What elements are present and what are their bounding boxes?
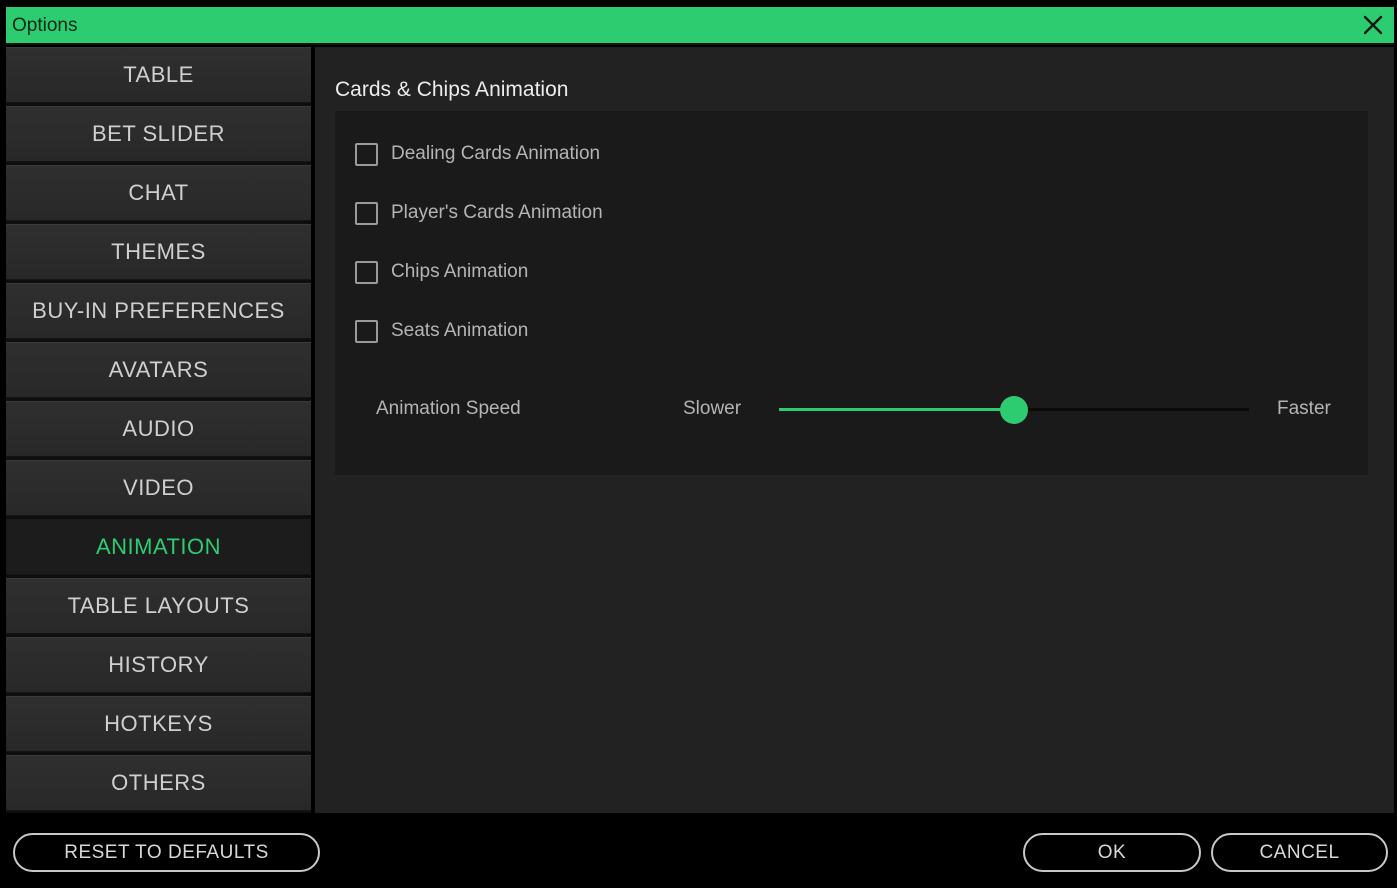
options-dialog: Options TABLE BET SLIDER CHAT THEMES BUY… — [6, 7, 1394, 885]
slider-max-label: Faster — [1277, 398, 1331, 419]
dealing-cards-animation-option[interactable]: Dealing Cards Animation — [355, 141, 600, 167]
sidebar-item-chat[interactable]: CHAT — [6, 165, 311, 221]
cancel-button[interactable]: CANCEL — [1211, 833, 1388, 872]
reset-to-defaults-button[interactable]: RESET TO DEFAULTS — [13, 833, 320, 872]
players-cards-animation-checkbox[interactable] — [355, 201, 378, 225]
sidebar-item-label: BUY-IN PREFERENCES — [32, 298, 285, 323]
sidebar-item-label: HOTKEYS — [104, 711, 213, 736]
animation-speed-label: Animation Speed — [376, 398, 521, 419]
ok-button[interactable]: OK — [1023, 833, 1201, 872]
animation-settings-panel: Dealing Cards Animation Player's Cards A… — [335, 111, 1368, 475]
sidebar-item-label: TABLE — [123, 62, 194, 87]
sidebar-item-label: THEMES — [111, 239, 206, 264]
sidebar-item-label: BET SLIDER — [92, 121, 225, 146]
close-button[interactable] — [1358, 10, 1388, 40]
seats-animation-option[interactable]: Seats Animation — [355, 318, 528, 344]
option-label: Seats Animation — [391, 320, 529, 341]
sidebar-item-bet-slider[interactable]: BET SLIDER — [6, 106, 311, 162]
sidebar-item-others[interactable]: OTHERS — [6, 755, 311, 811]
chips-animation-option[interactable]: Chips Animation — [355, 259, 528, 285]
section-title: Cards & Chips Animation — [335, 78, 569, 101]
sidebar-item-label: AUDIO — [122, 416, 195, 441]
main-content: Cards & Chips Animation Dealing Cards An… — [315, 47, 1394, 813]
title-bar: Options — [6, 7, 1394, 45]
sidebar-item-label: AVATARS — [108, 357, 209, 382]
slider-fill — [779, 408, 1014, 411]
animation-speed-slider[interactable] — [779, 396, 1249, 424]
sidebar-item-avatars[interactable]: AVATARS — [6, 342, 311, 398]
seats-animation-checkbox[interactable] — [355, 319, 378, 343]
option-label: Chips Animation — [391, 261, 529, 282]
sidebar-item-label: ANIMATION — [95, 534, 222, 559]
sidebar-item-label: HISTORY — [108, 652, 209, 677]
sidebar-item-video[interactable]: VIDEO — [6, 460, 311, 516]
players-cards-animation-option[interactable]: Player's Cards Animation — [355, 200, 603, 226]
sidebar-item-audio[interactable]: AUDIO — [6, 401, 311, 457]
sidebar-item-hotkeys[interactable]: HOTKEYS — [6, 696, 311, 752]
sidebar: TABLE BET SLIDER CHAT THEMES BUY-IN PREF… — [6, 47, 311, 813]
sidebar-item-table-layouts[interactable]: TABLE LAYOUTS — [6, 578, 311, 634]
ok-button-label: OK — [1097, 841, 1127, 863]
reset-button-label: RESET TO DEFAULTS — [64, 841, 269, 863]
sidebar-item-label: VIDEO — [123, 475, 194, 500]
chips-animation-checkbox[interactable] — [355, 260, 378, 284]
sidebar-item-buy-in-preferences[interactable]: BUY-IN PREFERENCES — [6, 283, 311, 339]
animation-speed-row: Animation Speed Slower Faster — [335, 394, 1368, 424]
cancel-button-label: CANCEL — [1259, 841, 1340, 863]
sidebar-item-animation[interactable]: ANIMATION — [6, 519, 311, 575]
sidebar-item-table[interactable]: TABLE — [6, 47, 311, 103]
slider-min-label: Slower — [683, 398, 742, 419]
sidebar-item-history[interactable]: HISTORY — [6, 637, 311, 693]
sidebar-item-label: OTHERS — [111, 770, 206, 795]
slider-thumb[interactable] — [1000, 396, 1028, 424]
option-label: Dealing Cards Animation — [391, 143, 601, 164]
sidebar-item-label: TABLE LAYOUTS — [67, 593, 250, 618]
sidebar-item-label: CHAT — [128, 180, 189, 205]
close-icon — [1363, 15, 1383, 35]
sidebar-item-themes[interactable]: THEMES — [6, 224, 311, 280]
option-label: Player's Cards Animation — [391, 202, 603, 223]
footer: RESET TO DEFAULTS OK CANCEL — [6, 813, 1394, 885]
dealing-cards-animation-checkbox[interactable] — [355, 142, 378, 166]
window-title: Options — [12, 15, 78, 36]
